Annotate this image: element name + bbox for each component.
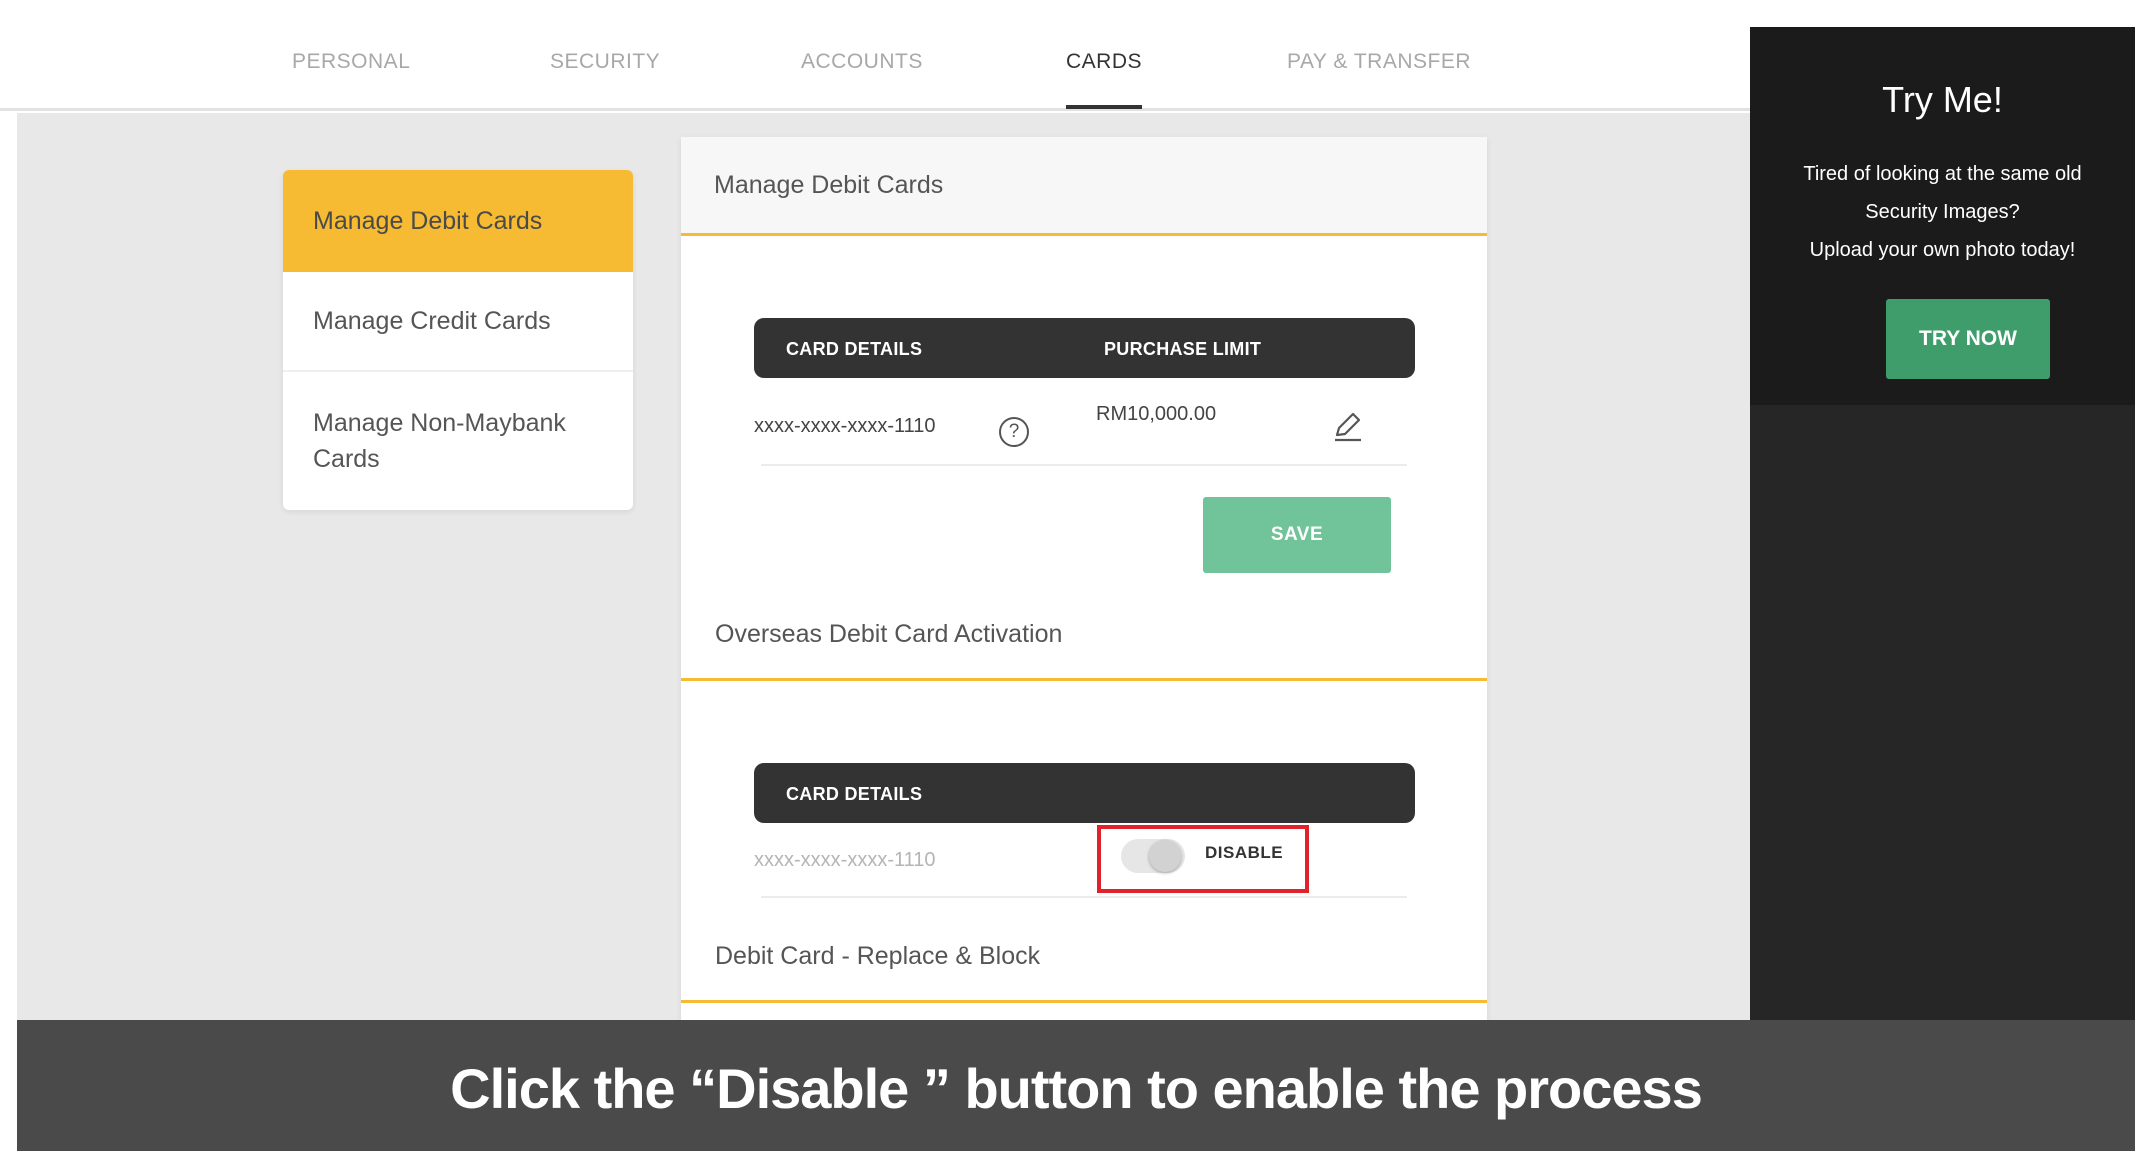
panel-header: Manage Debit Cards <box>681 137 1487 236</box>
top-navigation: PERSONAL SECURITY ACCOUNTS CARDS PAY & T… <box>0 0 1750 111</box>
help-icon-glyph: ? <box>1008 421 1020 442</box>
tab-security[interactable]: SECURITY <box>550 50 660 90</box>
instruction-caption-bar: Click the “Disable ” button to enable th… <box>17 1020 2135 1151</box>
edit-icon[interactable] <box>1331 409 1365 443</box>
card-number: xxxx-xxxx-xxxx-1110 <box>754 849 936 871</box>
promo-box: Try Me! Tired of looking at the same old… <box>1750 27 2135 405</box>
sidebar-item-label: Manage Credit Cards <box>313 307 551 335</box>
section-divider <box>681 1000 1487 1003</box>
col-purchase-limit: PURCHASE LIMIT <box>1104 339 1262 359</box>
col-card-details: CARD DETAILS <box>786 339 923 359</box>
tab-personal[interactable]: PERSONAL <box>292 50 410 90</box>
promo-title: Try Me! <box>1882 79 2003 120</box>
purchase-limit-value: RM10,000.00 <box>1096 403 1217 425</box>
sidebar-item-label: Manage Non-Maybank Cards <box>313 409 566 473</box>
promo-line: Security Images? <box>1865 201 2020 223</box>
instruction-caption: Click the “Disable ” button to enable th… <box>450 1057 1703 1120</box>
col-card-details: CARD DETAILS <box>786 784 923 804</box>
promo-text: Tired of looking at the same old Securit… <box>1750 155 2135 269</box>
app-frame: PERSONAL SECURITY ACCOUNTS CARDS PAY & T… <box>0 0 2135 1151</box>
section-divider <box>681 678 1487 681</box>
help-icon[interactable]: ? <box>999 417 1029 447</box>
tab-cards[interactable]: CARDS <box>1066 50 1143 109</box>
highlight-box <box>1097 825 1309 893</box>
promo-line: Upload your own photo today! <box>1809 239 2076 261</box>
row-divider <box>761 896 1407 898</box>
row-divider <box>761 464 1407 466</box>
replace-block-section-title: Debit Card - Replace & Block <box>715 942 1041 970</box>
sidebar-item-manage-credit-cards[interactable]: Manage Credit Cards <box>283 272 633 372</box>
sidebar-item-label: Manage Debit Cards <box>313 207 543 235</box>
save-button[interactable]: SAVE <box>1203 497 1391 573</box>
overseas-table-header: CARD DETAILS <box>754 763 1415 823</box>
promo-sidebar: Try Me! Tired of looking at the same old… <box>1750 27 2135 1151</box>
manage-debit-cards-panel: Manage Debit Cards CARD DETAILS PURCHASE… <box>681 137 1487 1020</box>
try-now-button[interactable]: TRY NOW <box>1886 299 2050 379</box>
sidebar-item-manage-non-maybank-cards[interactable]: Manage Non-Maybank Cards <box>283 372 633 510</box>
tab-pay-transfer[interactable]: PAY & TRANSFER <box>1287 50 1471 90</box>
promo-line: Tired of looking at the same old <box>1803 163 2082 185</box>
panel-title: Manage Debit Cards <box>714 171 944 199</box>
overseas-section-title: Overseas Debit Card Activation <box>715 620 1063 648</box>
tab-accounts[interactable]: ACCOUNTS <box>801 50 923 90</box>
side-menu: Manage Debit Cards Manage Credit Cards M… <box>283 170 633 510</box>
limit-table-header: CARD DETAILS PURCHASE LIMIT <box>754 318 1415 378</box>
sidebar-item-manage-debit-cards[interactable]: Manage Debit Cards <box>283 170 633 272</box>
card-number: xxxx-xxxx-xxxx-1110 <box>754 415 936 437</box>
